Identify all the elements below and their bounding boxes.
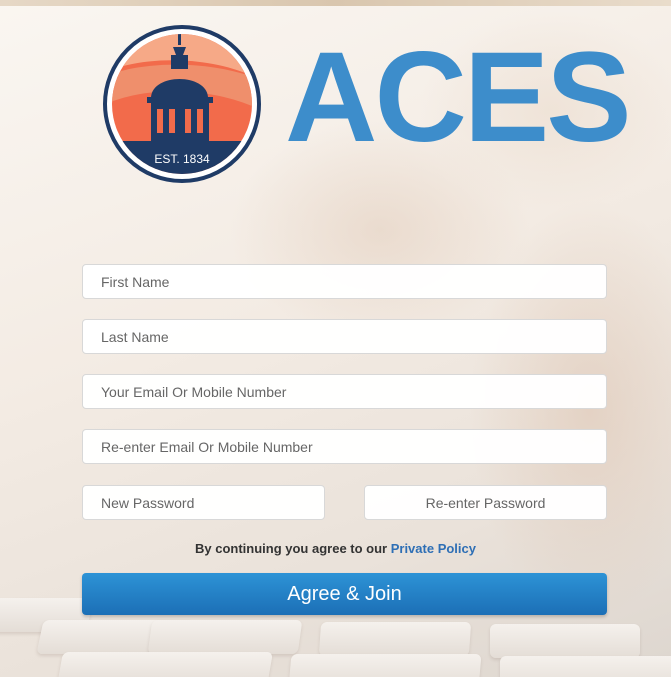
top-border (0, 0, 671, 6)
keyboard-key (500, 656, 671, 677)
private-policy-link[interactable]: Private Policy (391, 541, 476, 556)
consent-prefix: By continuing you agree to our (194, 541, 391, 556)
agree-and-join-button[interactable]: Agree & Join (82, 573, 607, 615)
new-password-input[interactable] (82, 485, 325, 520)
consent-text: By continuing you agree to our Private P… (0, 541, 671, 556)
email-or-mobile-input[interactable] (82, 374, 607, 409)
brand-wordmark: ACES (285, 26, 632, 169)
est-text: EST. 1834 (154, 152, 210, 166)
signup-page: EST. 1834 ACES By continuing you agree t… (0, 0, 671, 677)
reenter-email-or-mobile-input[interactable] (82, 429, 607, 464)
keyboard-key (57, 652, 273, 677)
dome-emblem-icon: EST. 1834 (103, 25, 261, 183)
reenter-password-input[interactable] (364, 485, 607, 520)
last-name-input[interactable] (82, 319, 607, 354)
keyboard-key (490, 624, 640, 658)
keyboard-key (147, 620, 303, 654)
keyboard-key (288, 654, 482, 677)
keyboard-key (318, 622, 472, 656)
first-name-input[interactable] (82, 264, 607, 299)
